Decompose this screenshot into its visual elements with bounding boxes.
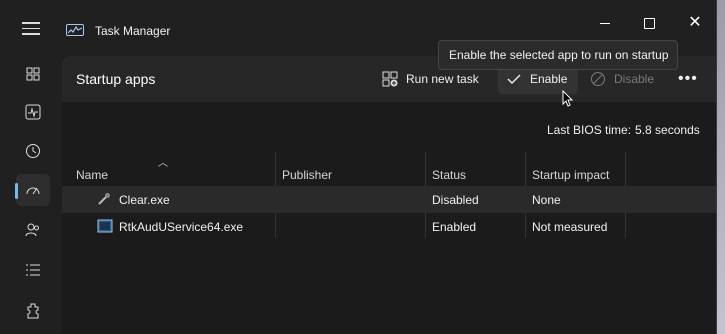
row-name: Clear.exe <box>119 193 170 207</box>
sidebar-item-app-history[interactable] <box>16 135 50 167</box>
app-history-icon <box>26 144 40 158</box>
realtek-audio-icon <box>97 219 113 238</box>
mouse-cursor-icon <box>562 90 574 107</box>
sort-ascending-icon: ︿ <box>158 158 168 169</box>
sidebar-item-details[interactable] <box>16 254 50 286</box>
row-name: RtkAudUService64.exe <box>119 220 244 234</box>
maximize-button[interactable] <box>626 12 672 34</box>
more-options-icon: ••• <box>678 70 698 87</box>
minimize-button[interactable] <box>582 12 628 34</box>
sidebar-item-performance[interactable] <box>16 96 50 128</box>
sidebar-item-processes[interactable] <box>16 58 50 90</box>
disable-icon <box>590 71 606 87</box>
window-title: Task Manager <box>95 24 171 38</box>
enable-tooltip: Enable the selected app to run on startu… <box>438 40 678 70</box>
services-icon <box>27 303 39 319</box>
startup-apps-table: ︿ Name Publisher Status Startup impact C… <box>62 152 716 238</box>
column-header-startup-impact[interactable]: Startup impact <box>532 168 609 182</box>
close-button[interactable]: ✕ <box>672 12 718 34</box>
column-header-name[interactable]: Name <box>76 168 108 182</box>
checkmark-icon <box>506 72 522 86</box>
run-new-task-label: Run new task <box>406 72 479 86</box>
main-content: Startup apps Run new task Enable Disable <box>62 56 716 334</box>
performance-icon <box>25 104 41 120</box>
maximize-icon <box>643 17 655 29</box>
hamburger-menu-icon[interactable] <box>22 22 40 39</box>
page-title: Startup apps <box>76 71 156 87</box>
bios-value: 5.8 seconds <box>635 123 700 137</box>
startup-apps-icon <box>26 187 40 195</box>
sidebar-item-services[interactable] <box>16 295 50 327</box>
table-header: ︿ Name Publisher Status Startup impact <box>62 152 716 238</box>
clear-exe-icon <box>97 192 111 211</box>
row-impact: None <box>532 193 561 207</box>
row-status: Enabled <box>432 220 477 234</box>
task-manager-app-icon <box>66 24 84 36</box>
close-icon: ✕ <box>688 14 702 31</box>
table-row[interactable]: Clear.exe Disabled None <box>62 186 716 213</box>
column-header-status[interactable]: Status <box>432 168 466 182</box>
sidebar-item-users[interactable] <box>16 214 50 246</box>
enable-label: Enable <box>530 72 568 86</box>
table-row[interactable]: RtkAudUService64.exe Enabled Not measure… <box>62 213 716 240</box>
last-bios-time: Last BIOS time: 5.8 seconds <box>547 123 700 137</box>
run-new-task-icon <box>382 71 398 87</box>
sidebar <box>0 48 62 334</box>
users-icon <box>25 223 39 237</box>
active-indicator <box>15 183 18 199</box>
row-impact: Not measured <box>532 220 608 234</box>
details-icon <box>26 264 40 276</box>
column-header-publisher[interactable]: Publisher <box>282 168 332 182</box>
row-status: Disabled <box>432 193 479 207</box>
more-options-button[interactable]: ••• <box>678 64 698 94</box>
processes-icon <box>26 67 40 81</box>
bios-label: Last BIOS time: <box>547 123 632 137</box>
minimize-icon <box>600 22 610 24</box>
task-manager-window: Task Manager ✕ Startup apps Run new task… <box>0 0 717 334</box>
sidebar-item-startup-apps[interactable] <box>15 174 50 206</box>
disable-label: Disable <box>614 72 655 86</box>
